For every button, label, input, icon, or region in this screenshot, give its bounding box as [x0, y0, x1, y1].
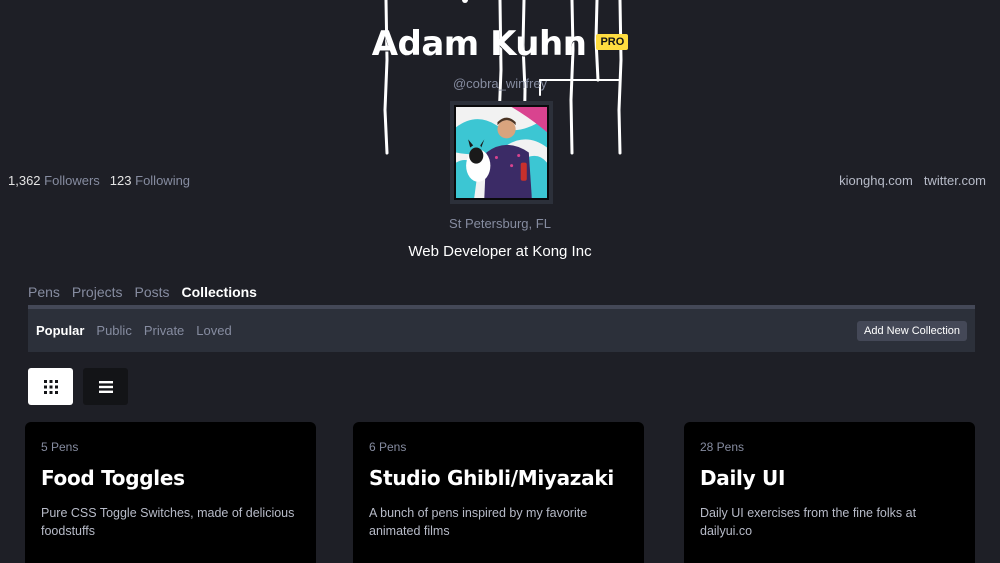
collection-description: A bunch of pens inspired by my favorite … [369, 506, 588, 538]
collection-title[interactable]: Food Toggles [41, 466, 300, 490]
profile-handle: @cobra_winfrey [452, 76, 548, 91]
main-tabs: Pens Projects Posts Collections [28, 284, 257, 300]
profile-name-row: Adam Kuhn PRO [0, 24, 1000, 64]
subtab-loved[interactable]: Loved [196, 323, 231, 338]
subtab-private[interactable]: Private [144, 323, 184, 338]
collection-card[interactable]: 6 Pens Studio Ghibli/Miyazaki A bunch of… [353, 422, 644, 563]
followers-label: Followers [44, 173, 100, 188]
subtab-popular[interactable]: Popular [36, 323, 84, 338]
add-new-collection-button[interactable]: Add New Collection [857, 320, 967, 341]
grid-view-button[interactable] [28, 368, 73, 405]
collection-title[interactable]: Daily UI [700, 466, 959, 490]
view-toggle [28, 368, 128, 405]
collection-description: Pure CSS Toggle Switches, made of delici… [41, 506, 295, 538]
profile-links: kionghq.com twitter.com [839, 173, 986, 188]
collection-card[interactable]: 28 Pens Daily UI Daily UI exercises from… [684, 422, 975, 563]
collection-description: Daily UI exercises from the fine folks a… [700, 506, 917, 538]
collection-card[interactable]: 5 Pens Food Toggles Pure CSS Toggle Swit… [25, 422, 316, 563]
collection-count: 5 Pens [41, 440, 79, 454]
website-link[interactable]: kionghq.com [839, 173, 913, 188]
follow-stats: 1,362 Followers 123 Following [8, 173, 190, 188]
profile-name: Adam Kuhn [371, 24, 587, 64]
collection-title[interactable]: Studio Ghibli/Miyazaki [369, 466, 628, 490]
twitter-link[interactable]: twitter.com [924, 173, 986, 188]
profile-location: St Petersburg, FL [449, 216, 551, 231]
pro-badge[interactable]: PRO [596, 34, 629, 50]
collections-subbar: Popular Public Private Loved Add New Col… [28, 305, 975, 352]
followers-count: 1,362 [8, 173, 41, 188]
following-label: Following [135, 173, 191, 188]
following-count: 123 [109, 173, 132, 188]
collection-count: 28 Pens [700, 440, 745, 454]
sub-tabs: Popular Public Private Loved [36, 323, 232, 338]
avatar [450, 101, 553, 204]
tab-collections[interactable]: Collections [182, 284, 257, 300]
grid-icon [43, 379, 58, 394]
collection-count: 6 Pens [369, 440, 407, 454]
profile-bio: Web Developer at Kong Inc [408, 243, 592, 260]
following-link[interactable]: 123 Following [110, 173, 190, 188]
subtab-public[interactable]: Public [96, 323, 131, 338]
avatar-photo [456, 107, 547, 198]
tab-pens[interactable]: Pens [28, 284, 60, 300]
list-view-button[interactable] [83, 368, 128, 405]
followers-link[interactable]: 1,362 Followers [8, 173, 100, 188]
tab-projects[interactable]: Projects [72, 284, 123, 300]
list-icon [98, 380, 113, 393]
tab-posts[interactable]: Posts [135, 284, 170, 300]
